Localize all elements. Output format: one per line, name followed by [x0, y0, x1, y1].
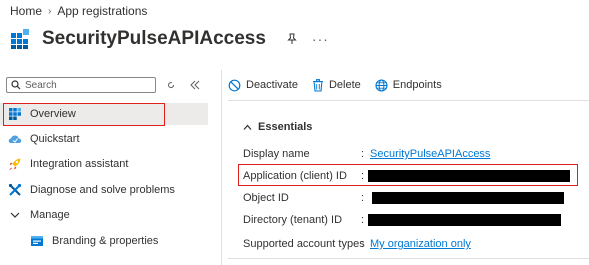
refresh-icon[interactable]: [167, 81, 175, 89]
chevron-up-icon: [243, 124, 252, 130]
tenant-id-redacted: [368, 214, 561, 226]
cloud-icon: [8, 135, 22, 143]
endpoints-button[interactable]: Endpoints: [375, 78, 442, 92]
deactivate-label: Deactivate: [246, 79, 298, 91]
sidebar-divider: [221, 70, 222, 265]
breadcrumb-home[interactable]: Home: [10, 4, 42, 18]
toolbar-divider: [228, 100, 589, 101]
essentials-bottom-divider: [228, 258, 589, 259]
client-id-redacted: [368, 170, 570, 182]
essentials-title: Essentials: [258, 121, 313, 133]
overview-highlight-box: [3, 103, 165, 126]
deactivate-button[interactable]: Deactivate: [228, 79, 298, 92]
app-registration-icon: [11, 29, 29, 49]
globe-icon: [375, 78, 388, 92]
search-icon: [11, 80, 21, 90]
tenant-id-label: Directory (tenant) ID: [243, 214, 343, 226]
account-types-link[interactable]: My organization only: [370, 238, 471, 250]
display-name-label: Display name: [243, 148, 310, 160]
sidebar-item-label: Manage: [30, 209, 70, 221]
display-name-link[interactable]: SecurityPulseAPIAccess: [370, 148, 490, 160]
object-id-colon: :: [361, 192, 365, 204]
account-types-colon: :: [361, 238, 365, 250]
delete-label: Delete: [328, 79, 361, 91]
command-bar: Deactivate Delete Endpoints: [228, 74, 456, 96]
page-header: SecurityPulseAPIAccess ···: [10, 28, 329, 50]
chevron-down-icon: [10, 212, 20, 218]
breadcrumb-app-registrations[interactable]: App registrations: [57, 4, 147, 18]
breadcrumb-separator: ›: [48, 5, 52, 17]
sidebar-group-manage[interactable]: Manage: [0, 204, 208, 226]
account-types-label: Supported account types: [243, 238, 365, 250]
branding-icon: [31, 236, 43, 246]
sidebar-item-label: Quickstart: [30, 133, 80, 145]
breadcrumb: Home › App registrations: [10, 4, 147, 18]
client-id-label: Application (client) ID: [243, 170, 347, 182]
more-options-button[interactable]: ···: [312, 31, 329, 47]
trash-icon: [312, 78, 323, 92]
page-title: SecurityPulseAPIAccess: [42, 28, 266, 49]
sidebar-item-branding[interactable]: Branding & properties: [0, 230, 208, 252]
collapse-sidebar-icon[interactable]: [190, 80, 200, 90]
object-id-label: Object ID: [243, 192, 289, 204]
sidebar-item-diagnose[interactable]: Diagnose and solve problems: [0, 179, 208, 201]
sidebar-item-quickstart[interactable]: Quickstart: [0, 128, 208, 150]
sidebar-item-label: Integration assistant: [30, 158, 129, 170]
endpoints-label: Endpoints: [392, 79, 442, 91]
client-id-colon: :: [361, 170, 365, 182]
display-name-colon: :: [361, 148, 365, 160]
delete-button[interactable]: Delete: [312, 78, 361, 92]
deactivate-icon: [228, 79, 241, 91]
search-input[interactable]: [21, 79, 145, 91]
sidebar-item-label: Branding & properties: [52, 235, 159, 247]
object-id-redacted: [372, 192, 564, 204]
sidebar-search[interactable]: [6, 77, 156, 93]
pin-icon[interactable]: [286, 33, 298, 45]
sidebar-item-integration-assistant[interactable]: Integration assistant: [0, 153, 208, 175]
essentials-toggle[interactable]: Essentials: [243, 121, 312, 133]
rocket-icon: [9, 158, 21, 170]
wrench-icon: [8, 183, 22, 196]
tenant-id-colon: :: [361, 214, 365, 226]
sidebar-item-label: Diagnose and solve problems: [30, 184, 175, 196]
